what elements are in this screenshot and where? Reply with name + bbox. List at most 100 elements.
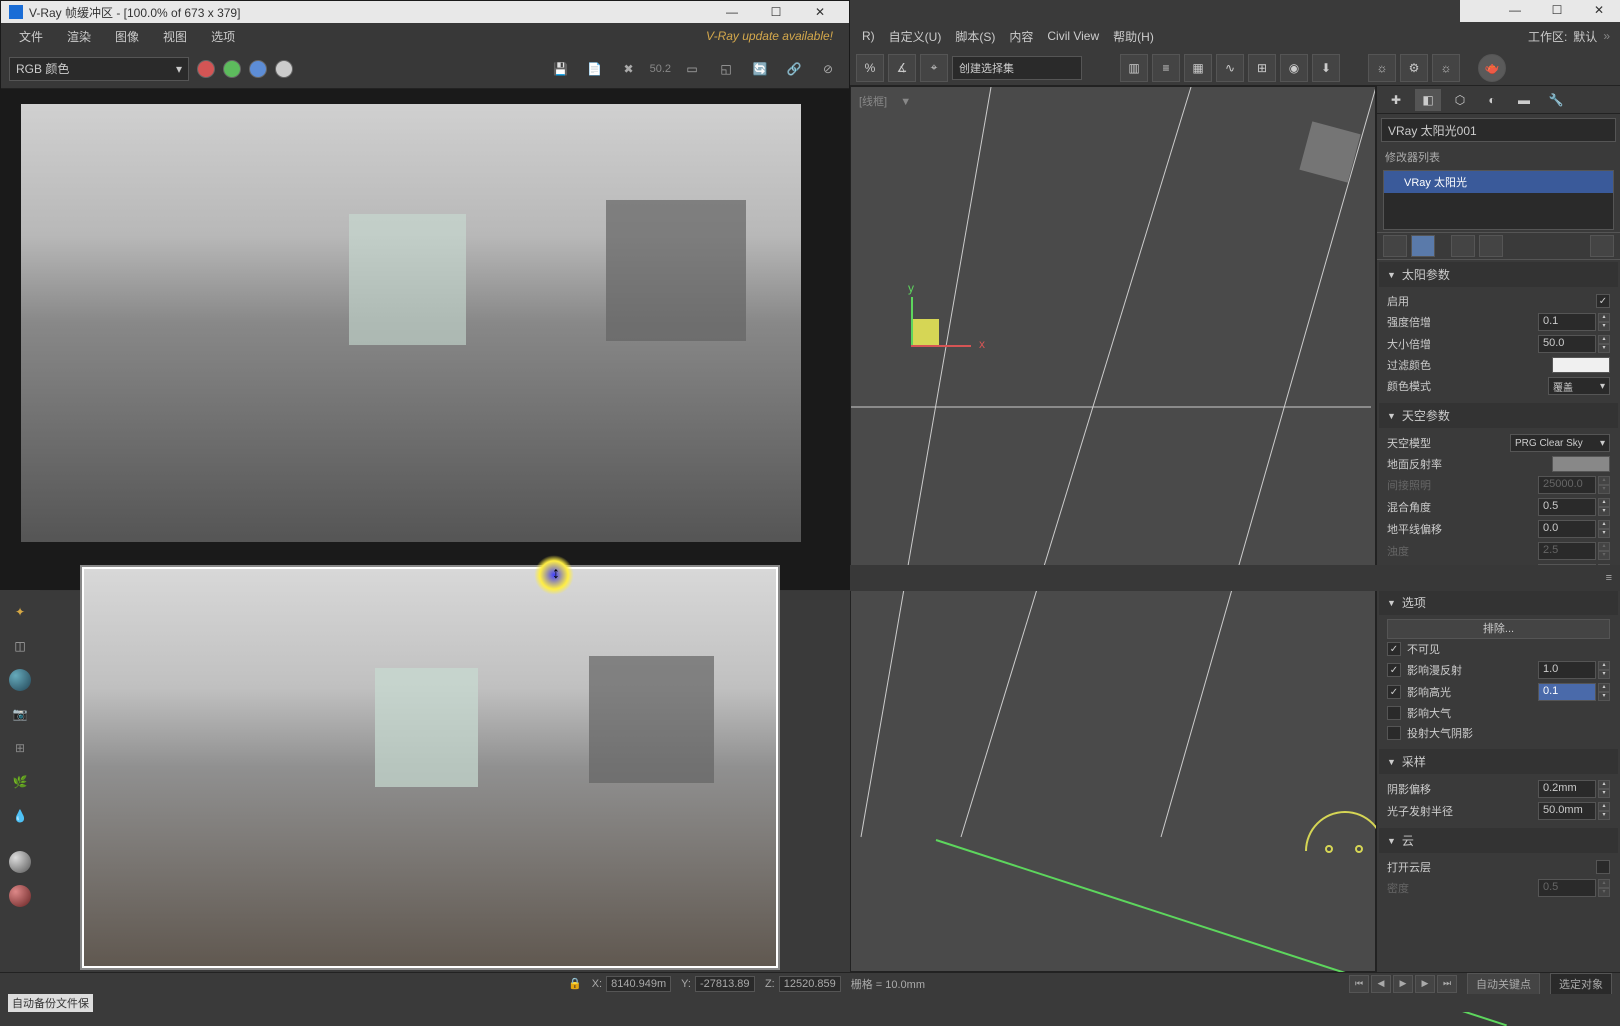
photon-input[interactable]: 50.0mm <box>1538 802 1596 820</box>
tab-motion-icon[interactable]: ◐ <box>1479 89 1505 111</box>
shadowbias-input[interactable]: 0.2mm <box>1538 780 1596 798</box>
toolbar-render-icon[interactable]: ☼ <box>1432 54 1460 82</box>
vfb-titlebar[interactable]: V-Ray 帧缓冲区 - [100.0% of 673 x 379] — ☐ ✕ <box>1 1 849 23</box>
camera-icon[interactable]: 📷 <box>4 698 36 730</box>
show-end-result-icon[interactable] <box>1411 235 1435 257</box>
save-icon[interactable]: 💾 <box>548 56 574 82</box>
minimize-button[interactable]: — <box>1494 0 1536 20</box>
remove-modifier-icon[interactable] <box>1479 235 1503 257</box>
vfb-close-button[interactable]: ✕ <box>799 2 841 22</box>
x-coord-field[interactable]: 8140.949m <box>606 976 671 992</box>
tab-hierarchy-icon[interactable]: ⬡ <box>1447 89 1473 111</box>
shadowbias-spinner[interactable]: ▴▾ <box>1598 780 1610 798</box>
rollout-sun-header[interactable]: ▼太阳参数 <box>1379 262 1618 287</box>
track-mouse-icon[interactable]: ◱ <box>713 56 739 82</box>
sphere-icon[interactable] <box>4 664 36 696</box>
viewport-perspective[interactable]: [线框] ▼ <box>850 86 1376 972</box>
goto-start-icon[interactable]: ⏮ <box>1349 975 1369 993</box>
tab-modify-icon[interactable]: ◧ <box>1415 89 1441 111</box>
rollout-sky-header[interactable]: ▼天空参数 <box>1379 403 1618 428</box>
vfb-menu-file[interactable]: 文件 <box>9 24 53 49</box>
channel-dropdown[interactable]: RGB 颜色▾ <box>9 57 189 81</box>
tab-display-icon[interactable]: ▬ <box>1511 89 1537 111</box>
mat-sphere-red[interactable] <box>4 880 36 912</box>
vfb-menu-options[interactable]: 选项 <box>201 24 245 49</box>
specular-spinner[interactable]: ▴▾ <box>1598 683 1610 701</box>
settings-icon[interactable]: ≡ <box>1606 572 1612 584</box>
vfb-maximize-button[interactable]: ☐ <box>755 2 797 22</box>
region-icon[interactable]: ▭ <box>679 56 705 82</box>
atmshadow-checkbox[interactable] <box>1387 726 1401 740</box>
vfb-menu-render[interactable]: 渲染 <box>57 24 101 49</box>
tab-utilities-icon[interactable]: 🔧 <box>1543 89 1569 111</box>
modifier-item[interactable]: VRay 太阳光 <box>1384 171 1613 193</box>
vfb-menu-view[interactable]: 视图 <box>153 24 197 49</box>
viewcube[interactable] <box>1299 121 1360 182</box>
object-name-field[interactable]: VRay 太阳光001 <box>1381 118 1616 142</box>
box-icon[interactable]: ◫ <box>4 630 36 662</box>
photon-spinner[interactable]: ▴▾ <box>1598 802 1610 820</box>
toolbar-curve-icon[interactable]: ∿ <box>1216 54 1244 82</box>
selobj-dropdown[interactable]: 选定对象 <box>1550 973 1612 995</box>
blend-input[interactable]: 0.5 <box>1538 498 1596 516</box>
clouds-enable-checkbox[interactable] <box>1596 860 1610 874</box>
menu-r[interactable]: R) <box>856 25 881 47</box>
size-spinner[interactable]: ▴▾ <box>1598 335 1610 353</box>
blend-spinner[interactable]: ▴▾ <box>1598 498 1610 516</box>
refresh-icon[interactable]: 🔄 <box>747 56 773 82</box>
size-input[interactable]: 50.0 <box>1538 335 1596 353</box>
diffuse-input[interactable]: 1.0 <box>1538 661 1596 679</box>
pin-stack-icon[interactable] <box>1383 235 1407 257</box>
z-coord-field[interactable]: 12520.859 <box>779 976 841 992</box>
shapes-icon[interactable]: ⊞ <box>4 732 36 764</box>
modifier-stack[interactable]: VRay 太阳光 <box>1383 170 1614 230</box>
vfb-render-area[interactable] <box>1 89 849 589</box>
mat-sphere-grey[interactable] <box>4 846 36 878</box>
mono-channel-icon[interactable] <box>275 60 293 78</box>
maximize-button[interactable]: ☐ <box>1536 0 1578 20</box>
exclude-button[interactable]: 排除... <box>1387 619 1610 639</box>
menu-help[interactable]: 帮助(H) <box>1107 24 1160 49</box>
enable-checkbox[interactable]: ✓ <box>1596 294 1610 308</box>
invisible-checkbox[interactable]: ✓ <box>1387 642 1401 656</box>
toolbar-percent-icon[interactable]: % <box>856 54 884 82</box>
link-icon[interactable]: 🔗 <box>781 56 807 82</box>
lock-icon[interactable]: 🔒 <box>568 977 582 990</box>
toolbar-import-icon[interactable]: ⬇ <box>1312 54 1340 82</box>
toolbar-align-icon[interactable]: ≡ <box>1152 54 1180 82</box>
blue-channel-icon[interactable] <box>249 60 267 78</box>
water-icon[interactable]: 💧 <box>4 800 36 832</box>
modifier-list-label[interactable]: 修改器列表 <box>1377 146 1620 168</box>
toolbar-angle-icon[interactable]: ∡ <box>888 54 916 82</box>
workspace-value[interactable]: 默认 <box>1573 28 1597 45</box>
vfb-minimize-button[interactable]: — <box>711 2 753 22</box>
intensity-spinner[interactable]: ▴▾ <box>1598 313 1610 331</box>
menu-civilview[interactable]: Civil View <box>1041 25 1105 47</box>
diffuse-checkbox[interactable]: ✓ <box>1387 663 1401 677</box>
horizon-spinner[interactable]: ▴▾ <box>1598 520 1610 538</box>
vray-sun-object[interactable] <box>1305 811 1385 851</box>
play-icon[interactable]: ▶ <box>1393 975 1413 993</box>
albedo-swatch[interactable] <box>1552 456 1610 472</box>
intensity-input[interactable]: 0.1 <box>1538 313 1596 331</box>
reference-image-window[interactable] <box>80 565 780 970</box>
toolbar-snap-icon[interactable]: ⌖ <box>920 54 948 82</box>
diffuse-spinner[interactable]: ▴▾ <box>1598 661 1610 679</box>
skymodel-dropdown[interactable]: PRG Clear Sky▾ <box>1510 434 1610 452</box>
selection-set-dropdown[interactable]: 创建选择集 <box>952 56 1082 80</box>
atmos-checkbox[interactable] <box>1387 706 1401 720</box>
toolbar-mirror-icon[interactable]: ▥ <box>1120 54 1148 82</box>
toolbar-schematic-icon[interactable]: ⊞ <box>1248 54 1276 82</box>
specular-checkbox[interactable]: ✓ <box>1387 685 1401 699</box>
close-button[interactable]: ✕ <box>1578 0 1620 20</box>
toolbar-render-setup-icon[interactable]: ☼ <box>1368 54 1396 82</box>
red-channel-icon[interactable] <box>197 60 215 78</box>
viewport-label[interactable]: [线框] ▼ <box>859 93 911 109</box>
make-unique-icon[interactable] <box>1451 235 1475 257</box>
menu-script[interactable]: 脚本(S) <box>949 24 1001 49</box>
light-icon[interactable]: ✦ <box>4 596 36 628</box>
toolbar-layers-icon[interactable]: ▦ <box>1184 54 1212 82</box>
rollout-clouds-header[interactable]: ▼云 <box>1379 828 1618 853</box>
menu-content[interactable]: 内容 <box>1003 24 1039 49</box>
prev-frame-icon[interactable]: ◀ <box>1371 975 1391 993</box>
